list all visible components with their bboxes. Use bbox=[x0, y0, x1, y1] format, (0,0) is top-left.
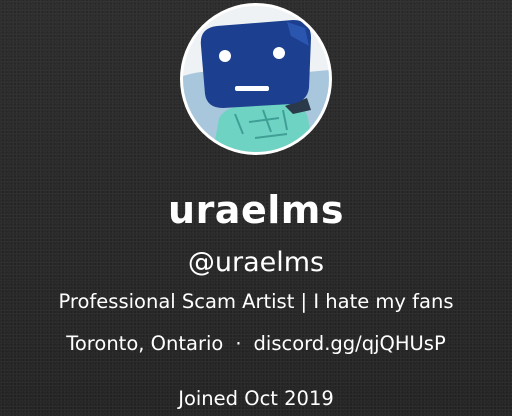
discord-link[interactable]: discord.gg/qjQHUsP bbox=[254, 332, 446, 355]
profile-bio: Professional Scam Artist | I hate my fan… bbox=[58, 290, 454, 313]
profile-meta: Toronto, Ontario · discord.gg/qjQHUsP bbox=[0, 329, 512, 359]
joined-date: Joined Oct 2019 bbox=[178, 387, 334, 410]
profile-card: uraelms @uraelms Professional Scam Artis… bbox=[0, 0, 512, 416]
meta-separator: · bbox=[235, 332, 242, 355]
display-name: uraelms bbox=[168, 188, 344, 232]
avatar[interactable] bbox=[180, 3, 332, 155]
robot-avatar-icon bbox=[183, 6, 329, 152]
location-text: Toronto, Ontario bbox=[66, 332, 224, 355]
user-handle: @uraelms bbox=[187, 247, 325, 278]
